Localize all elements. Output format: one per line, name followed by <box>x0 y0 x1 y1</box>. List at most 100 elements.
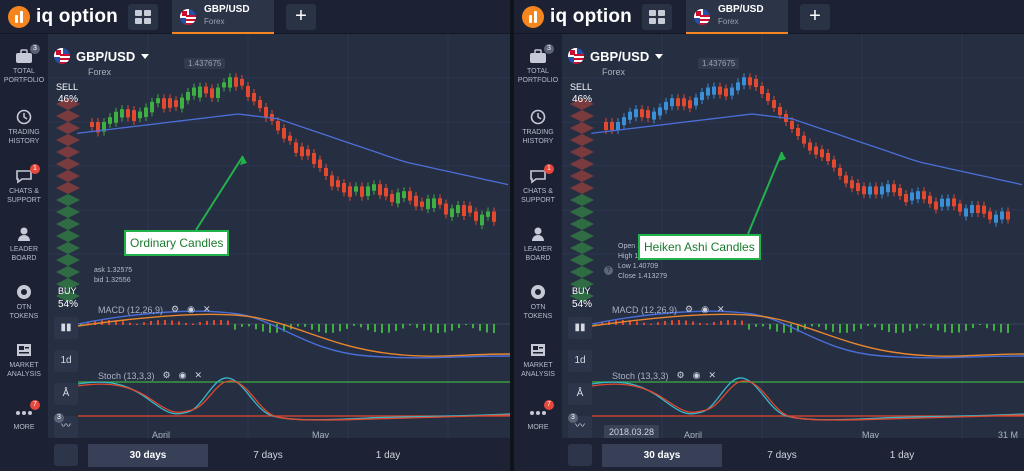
sentiment-marker <box>570 194 594 206</box>
timeframe-button[interactable]: 1d <box>54 350 78 372</box>
add-asset-button[interactable]: + <box>286 4 316 30</box>
macd-histogram-bar <box>979 324 981 326</box>
candle-type-button[interactable]: ▮▮ <box>568 317 592 339</box>
app-logo[interactable]: iq option <box>8 6 118 28</box>
price-chart[interactable]: GBP/USD Forex 1.437675 SELL 46% BUY 54% … <box>48 34 510 438</box>
month-label-may: May <box>312 430 330 438</box>
gear-icon[interactable]: ⚙ <box>163 370 171 381</box>
eye-icon[interactable]: ◉ <box>701 304 709 315</box>
indicators-icon[interactable]: 〰 3 <box>568 413 592 438</box>
asset-selector[interactable]: GBP/USD <box>568 48 664 64</box>
macd-histogram-bar <box>1000 324 1002 333</box>
range-30-days-button[interactable]: 30 days <box>602 444 722 467</box>
stoch-indicator-label[interactable]: Stoch (13,3,3) ⚙ ◉ ✕ <box>612 370 716 381</box>
macd-histogram-bar <box>671 320 673 325</box>
eye-icon[interactable]: ◉ <box>693 370 701 381</box>
candle-body <box>670 98 674 107</box>
drawing-tool-icon[interactable]: Å <box>54 383 78 405</box>
candle-body <box>144 107 148 117</box>
sidebar-item-market-analysis[interactable]: MARKET ANALYSIS <box>514 342 562 379</box>
macd-histogram-bar <box>409 324 411 326</box>
range-1-day-button[interactable]: 1 day <box>328 444 448 467</box>
sidebar-item-total-portfolio[interactable]: 3 TOTAL PORTFOLIO <box>0 44 48 85</box>
range-1-day-button[interactable]: 1 day <box>842 444 962 467</box>
asset-tab[interactable]: GBP/USD Forex <box>686 0 788 34</box>
sidebar-item-leader-board[interactable]: LEADER BOARD <box>514 226 562 263</box>
candle-body <box>126 109 130 118</box>
macd-histogram-bar <box>727 320 729 325</box>
sidebar-item-chats-support[interactable]: 1 CHATS & SUPPORT <box>0 164 48 205</box>
app-logo[interactable]: iq option <box>522 6 632 28</box>
timeframe-button[interactable]: 1d <box>568 350 592 372</box>
candle-body <box>282 128 286 139</box>
candle-body <box>234 77 238 87</box>
macd-histogram-bar <box>678 320 680 325</box>
close-icon[interactable]: ✕ <box>717 304 725 315</box>
heiken-ashi-candles-callout: Heiken Ashi Candles <box>638 234 761 260</box>
logo-icon <box>522 6 544 28</box>
calculator-icon[interactable] <box>568 444 592 466</box>
sidebar-item-chats-support[interactable]: 1 CHATS & SUPPORT <box>514 164 562 205</box>
gear-icon[interactable]: ⚙ <box>685 304 693 315</box>
macd-histogram-bar <box>923 324 925 326</box>
candle-body <box>306 149 310 156</box>
drawing-tool-icon[interactable]: Å <box>568 383 592 405</box>
sidebar-item-trading-history[interactable]: TRADING HISTORY <box>0 109 48 146</box>
candle-body <box>330 175 334 187</box>
macd-histogram-bar <box>909 324 911 332</box>
sidebar-item-more[interactable]: 7 MORE <box>0 400 48 432</box>
sentiment-marker <box>570 206 594 218</box>
stoch-d-line <box>77 380 510 421</box>
layout-grid-button[interactable] <box>642 4 672 30</box>
calculator-icon[interactable] <box>54 444 78 466</box>
close-icon[interactable]: ✕ <box>203 304 211 315</box>
help-icon[interactable]: ? <box>604 266 613 275</box>
asset-selector[interactable]: GBP/USD <box>54 48 150 64</box>
candle-type-button[interactable]: ▮▮ <box>54 317 78 339</box>
eye-icon[interactable]: ◉ <box>187 304 195 315</box>
candle-body <box>420 201 424 207</box>
macd-indicator-label[interactable]: MACD (12,26,9) ⚙ ◉ ✕ <box>612 304 725 315</box>
sidebar-item-total-portfolio[interactable]: 3 TOTAL PORTFOLIO <box>514 44 562 85</box>
macd-histogram-bar <box>993 324 995 331</box>
sidebar-item-leader-board[interactable]: LEADER BOARD <box>0 226 48 263</box>
candle-body <box>288 135 292 141</box>
gear-icon[interactable]: ⚙ <box>677 370 685 381</box>
logo-icon <box>8 6 30 28</box>
stoch-indicator-label[interactable]: Stoch (13,3,3) ⚙ ◉ ✕ <box>98 370 202 381</box>
eye-icon[interactable]: ◉ <box>179 370 187 381</box>
month-label-april: April <box>152 430 171 438</box>
candle-body <box>108 117 112 124</box>
range-30-days-button[interactable]: 30 days <box>88 444 208 467</box>
macd-indicator-label[interactable]: MACD (12,26,9) ⚙ ◉ ✕ <box>98 304 211 315</box>
range-7-days-button[interactable]: 7 days <box>208 444 328 467</box>
macd-histogram-bar <box>664 320 666 325</box>
indicators-icon[interactable]: 〰 3 <box>54 413 78 438</box>
macd-histogram-bar <box>734 320 736 325</box>
ohlc-close: Close 1.413279 <box>618 273 668 280</box>
gbp-usd-flag-icon <box>568 48 584 64</box>
sidebar-item-more[interactable]: 7 MORE <box>514 400 562 432</box>
candle-body <box>832 159 836 168</box>
macd-histogram-bar <box>206 320 208 325</box>
macd-histogram-bar <box>825 324 827 330</box>
sidebar-item-otn-tokens[interactable]: OTN TOKENS <box>514 284 562 321</box>
layout-grid-button[interactable] <box>128 4 158 30</box>
add-asset-button[interactable]: + <box>800 4 830 30</box>
gear-icon[interactable]: ⚙ <box>171 304 179 315</box>
sidebar-item-market-analysis[interactable]: MARKET ANALYSIS <box>0 342 48 379</box>
price-chart[interactable]: GBP/USD Forex 1.437675 SELL 46% BUY 54% … <box>562 34 1024 438</box>
candle-body <box>312 153 316 164</box>
asset-tab[interactable]: GBP/USD Forex <box>172 0 274 34</box>
sidebar-item-otn-tokens[interactable]: OTN TOKENS <box>0 284 48 321</box>
macd-histogram-bar <box>783 324 785 333</box>
candle-body <box>898 187 902 196</box>
close-icon[interactable]: ✕ <box>708 370 716 381</box>
candle-body <box>634 109 638 118</box>
macd-histogram-bar <box>297 324 299 327</box>
candle-body <box>952 198 956 207</box>
sidebar-item-trading-history[interactable]: TRADING HISTORY <box>514 109 562 146</box>
candle-body <box>616 122 620 131</box>
range-7-days-button[interactable]: 7 days <box>722 444 842 467</box>
close-icon[interactable]: ✕ <box>194 370 202 381</box>
